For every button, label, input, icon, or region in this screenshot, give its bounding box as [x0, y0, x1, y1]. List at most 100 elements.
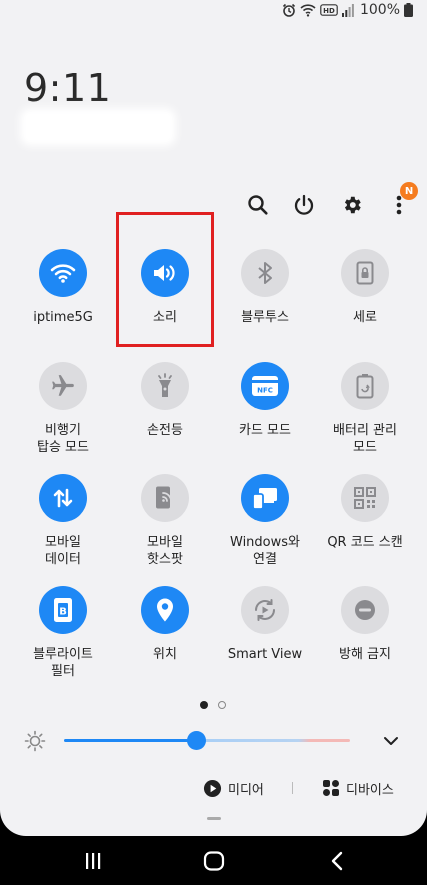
- search-icon: [248, 195, 268, 215]
- tile-nfc[interactable]: NFC 카드 모드: [215, 362, 315, 439]
- tile-flashlight-button[interactable]: [141, 362, 189, 410]
- page-dot-2[interactable]: [218, 701, 226, 709]
- brightness-slider-track[interactable]: [64, 739, 350, 742]
- tile-do-not-disturb[interactable]: 방해 금지: [315, 586, 415, 663]
- tile-battery-saver-label: 배터리 관리 모드: [333, 423, 397, 455]
- hotspot-icon: [156, 486, 172, 509]
- nfc-icon: NFC: [252, 376, 278, 396]
- media-output-button[interactable]: 미디어: [203, 776, 264, 800]
- airplane-icon: [52, 375, 74, 396]
- tile-bluetooth[interactable]: 블루투스: [215, 249, 315, 326]
- more-options-button[interactable]: N: [382, 182, 418, 222]
- tile-mobile-hotspot-button[interactable]: [141, 474, 189, 522]
- tile-smart-view[interactable]: Smart View: [215, 586, 315, 663]
- output-row: 미디어 디바이스: [200, 776, 420, 800]
- home-button[interactable]: [199, 848, 229, 874]
- brightness-icon: [24, 730, 46, 756]
- top-actions: N: [240, 182, 420, 222]
- battery-icon: [404, 3, 413, 17]
- quick-panel: HD 100% 9:11 N iptime5G 소리 블루투스 세로 비행기 탑…: [0, 0, 427, 836]
- tile-wifi-button[interactable]: [39, 249, 87, 297]
- battery-saver-icon: [356, 374, 374, 399]
- navigation-bar: [0, 836, 427, 885]
- tile-qr-scanner[interactable]: QR 코드 스캔: [315, 474, 415, 551]
- settings-icon: [344, 196, 361, 214]
- wifi-icon: [300, 3, 316, 17]
- tile-sound-button[interactable]: [141, 249, 189, 297]
- home-icon: [203, 851, 225, 871]
- battery-percentage: 100%: [359, 2, 400, 18]
- tile-wifi-label: iptime5G: [33, 310, 93, 325]
- signal-icon: [341, 3, 354, 17]
- tile-portrait[interactable]: 세로: [315, 249, 415, 326]
- brightness-slider-thumb[interactable]: [186, 731, 206, 750]
- svg-text:NFC: NFC: [257, 387, 273, 395]
- tile-qr-scanner-label: QR 코드 스캔: [327, 535, 403, 550]
- tile-portrait-button[interactable]: [341, 249, 389, 297]
- tile-airplane-mode[interactable]: 비행기 탑승 모드: [13, 362, 113, 456]
- tile-blue-light-filter[interactable]: B 블루라이트 필터: [13, 586, 113, 680]
- tile-sound[interactable]: 소리: [115, 249, 215, 326]
- power-button[interactable]: [287, 188, 321, 222]
- flashlight-icon: [158, 373, 172, 397]
- hd-icon: HD: [320, 4, 338, 16]
- tile-bluetooth-button[interactable]: [241, 249, 289, 297]
- clock[interactable]: 9:11: [24, 66, 111, 110]
- chevron-down-icon: [384, 737, 398, 745]
- divider: [292, 782, 293, 794]
- tile-link-to-windows-label: Windows와 연결: [230, 535, 300, 567]
- qr-code-icon: [354, 487, 376, 509]
- tile-mobile-data-button[interactable]: [39, 474, 87, 522]
- redacted-date: [24, 112, 172, 142]
- play-circle-icon: [203, 779, 222, 797]
- location-icon: [157, 598, 173, 622]
- devices-button[interactable]: 디바이스: [322, 776, 394, 800]
- tile-link-to-windows[interactable]: Windows와 연결: [215, 474, 315, 568]
- tile-qr-scanner-button[interactable]: [341, 474, 389, 522]
- tile-do-not-disturb-label: 방해 금지: [339, 647, 391, 662]
- media-label: 미디어: [228, 782, 264, 798]
- tile-battery-saver[interactable]: 배터리 관리 모드: [315, 362, 415, 456]
- status-bar: HD 100%: [282, 0, 413, 20]
- tile-link-to-windows-button[interactable]: [241, 474, 289, 522]
- tile-battery-saver-button[interactable]: [341, 362, 389, 410]
- search-button[interactable]: [241, 188, 275, 222]
- devices-grid-icon: [323, 780, 339, 796]
- wifi-icon: [50, 264, 76, 283]
- back-button[interactable]: [322, 848, 352, 874]
- tile-blue-light-filter-button[interactable]: B: [39, 586, 87, 634]
- bluetooth-icon: [258, 262, 272, 284]
- tile-portrait-label: 세로: [353, 310, 377, 325]
- tile-blue-light-filter-label: 블루라이트 필터: [33, 647, 93, 679]
- tile-smart-view-button[interactable]: [241, 586, 289, 634]
- page-dot-1[interactable]: [200, 701, 208, 709]
- blue-light-filter-icon: B: [54, 598, 72, 622]
- expand-brightness-button[interactable]: [380, 730, 402, 752]
- tile-sound-label: 소리: [153, 310, 177, 325]
- alarm-icon: [282, 3, 296, 17]
- tile-nfc-button[interactable]: NFC: [241, 362, 289, 410]
- tile-location-label: 위치: [153, 647, 177, 662]
- tile-location[interactable]: 위치: [115, 586, 215, 663]
- mobile-data-icon: [53, 488, 73, 508]
- recent-apps-button[interactable]: [78, 848, 108, 874]
- tile-airplane-mode-label: 비행기 탑승 모드: [37, 423, 89, 455]
- do-not-disturb-icon: [355, 600, 375, 620]
- tile-flashlight[interactable]: 손전등: [115, 362, 215, 439]
- sound-icon: [154, 265, 175, 281]
- link-to-windows-icon: [252, 488, 277, 510]
- tile-mobile-data[interactable]: 모바일 데이터: [13, 474, 113, 568]
- tile-smart-view-label: Smart View: [227, 647, 303, 662]
- tile-mobile-data-label: 모바일 데이터: [45, 535, 81, 567]
- tile-do-not-disturb-button[interactable]: [341, 586, 389, 634]
- recent-apps-icon: [86, 853, 101, 869]
- tile-location-button[interactable]: [141, 586, 189, 634]
- tile-nfc-label: 카드 모드: [239, 423, 291, 438]
- settings-button[interactable]: [335, 188, 369, 222]
- power-icon: [294, 194, 314, 215]
- panel-handle[interactable]: [207, 817, 221, 820]
- tile-airplane-mode-button[interactable]: [39, 362, 87, 410]
- page-indicator[interactable]: [200, 701, 226, 709]
- tile-mobile-hotspot[interactable]: 모바일 핫스팟: [115, 474, 215, 568]
- tile-wifi[interactable]: iptime5G: [13, 249, 113, 326]
